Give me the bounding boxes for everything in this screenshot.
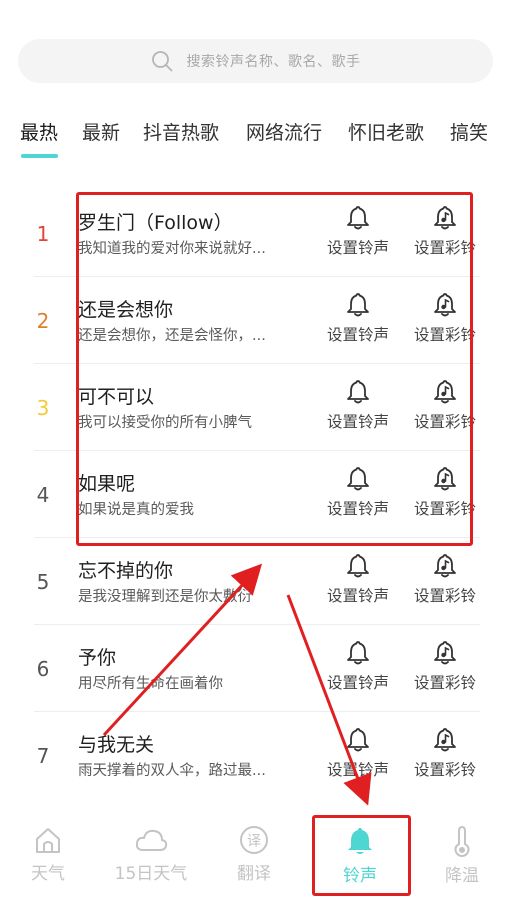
rank-number: 7 bbox=[36, 744, 50, 768]
bell-outline-icon bbox=[347, 728, 369, 752]
set-color-ring-button[interactable]: 设置彩铃 bbox=[405, 639, 485, 693]
tab-hottest[interactable]: 最热 bbox=[20, 118, 58, 145]
bell-outline-icon bbox=[347, 554, 369, 578]
svg-text:译: 译 bbox=[247, 834, 261, 850]
translate-icon: 译 bbox=[240, 826, 268, 854]
cloud-icon bbox=[135, 829, 168, 851]
list-item[interactable]: 6 予你用尽所有生命在画着你 设置铃声 设置彩铃 bbox=[0, 625, 514, 712]
bell-music-icon bbox=[434, 641, 456, 665]
active-tab-indicator bbox=[21, 154, 58, 158]
set-ringtone-label: 设置铃声 bbox=[326, 761, 389, 779]
rank-number: 6 bbox=[36, 657, 50, 681]
nav-translate[interactable]: 译 翻译 bbox=[204, 815, 304, 884]
bottom-nav: 天气 15日天气 译 翻译 铃声 降温 bbox=[0, 815, 514, 897]
list-item[interactable]: 5 忘不掉的你是我没理解到还是你太敷衍 设置铃声 设置彩铃 bbox=[0, 538, 514, 625]
set-color-ring-label: 设置彩铃 bbox=[413, 674, 476, 692]
nav-weather-label: 天气 bbox=[31, 864, 65, 884]
bell-music-icon bbox=[434, 728, 456, 752]
nav-15day-weather[interactable]: 15日天气 bbox=[101, 815, 201, 884]
rank-number: 3 bbox=[36, 396, 50, 420]
rank-number: 5 bbox=[36, 570, 50, 594]
list-item[interactable]: 7 与我无关雨天撑着的双人伞，路过最... 设置铃声 设置彩铃 bbox=[0, 712, 514, 799]
song-title: 予你 bbox=[78, 647, 117, 669]
thermometer-icon bbox=[454, 825, 470, 857]
set-ringtone-button[interactable]: 设置铃声 bbox=[318, 726, 398, 780]
set-color-ring-button[interactable]: 设置彩铃 bbox=[405, 552, 485, 606]
set-color-ring-label: 设置彩铃 bbox=[413, 761, 476, 779]
house-icon bbox=[36, 828, 60, 853]
nav-15day-weather-label: 15日天气 bbox=[114, 864, 188, 884]
song-title: 与我无关 bbox=[78, 734, 155, 756]
song-title: 忘不掉的你 bbox=[78, 560, 174, 582]
set-color-ring-button[interactable]: 设置彩铃 bbox=[405, 726, 485, 780]
set-ringtone-label: 设置铃声 bbox=[326, 674, 389, 692]
bell-outline-icon bbox=[347, 641, 369, 665]
tab-golden-oldies[interactable]: 怀旧老歌 bbox=[348, 118, 424, 145]
bell-music-icon bbox=[434, 554, 456, 578]
tab-funny[interactable]: 搞笑 bbox=[450, 118, 488, 145]
search-icon bbox=[151, 51, 172, 72]
search-placeholder: 搜索铃声名称、歌名、歌手 bbox=[186, 54, 361, 70]
tab-douyin-hits[interactable]: 抖音热歌 bbox=[143, 118, 219, 145]
song-lyric: 用尽所有生命在画着你 bbox=[78, 676, 223, 692]
nav-cooling-label: 降温 bbox=[445, 866, 479, 886]
song-lyric: 雨天撑着的双人伞，路过最... bbox=[78, 763, 266, 779]
set-ringtone-button[interactable]: 设置铃声 bbox=[318, 639, 398, 693]
set-ringtone-button[interactable]: 设置铃声 bbox=[318, 552, 398, 606]
search-bar[interactable]: 搜索铃声名称、歌名、歌手 bbox=[18, 39, 493, 83]
annotation-nav-highlight-box bbox=[312, 815, 411, 896]
rank-number: 2 bbox=[36, 309, 50, 333]
rank-number: 1 bbox=[36, 222, 50, 246]
category-tabs: 最热 最新 抖音热歌 网络流行 怀旧老歌 搞笑 bbox=[20, 118, 514, 168]
annotation-highlight-box bbox=[76, 192, 473, 546]
nav-translate-label: 翻译 bbox=[237, 864, 271, 884]
nav-cooling[interactable]: 降温 bbox=[412, 815, 512, 886]
set-color-ring-label: 设置彩铃 bbox=[413, 587, 476, 605]
nav-weather[interactable]: 天气 bbox=[0, 815, 98, 884]
rank-number: 4 bbox=[36, 483, 50, 507]
tab-internet-pop[interactable]: 网络流行 bbox=[246, 118, 322, 145]
tab-newest[interactable]: 最新 bbox=[82, 118, 120, 145]
set-ringtone-label: 设置铃声 bbox=[326, 587, 389, 605]
song-lyric: 是我没理解到还是你太敷衍 bbox=[78, 589, 252, 605]
